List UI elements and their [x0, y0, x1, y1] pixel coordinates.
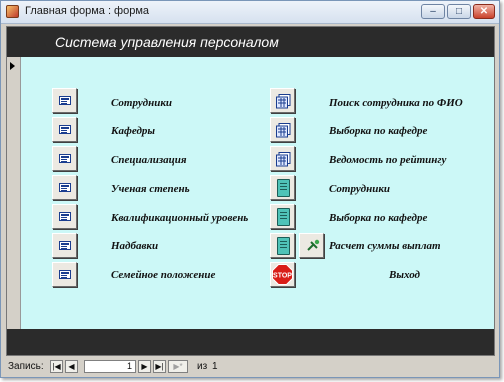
run-query-button-poisk-po-fio[interactable]: [270, 88, 295, 113]
report-icon: [277, 179, 290, 197]
open-form-button-sotrudniki[interactable]: [52, 88, 77, 113]
menu-label-specializaciya: Специализация: [111, 154, 187, 166]
form-detail-area: Система управления персоналом Сотрудники…: [6, 26, 495, 356]
open-form-button-uchenaya-stepen[interactable]: [52, 175, 77, 200]
report-icon: [277, 237, 290, 255]
svg-text:STOP: STOP: [273, 273, 292, 280]
stop-icon: STOP: [272, 264, 293, 285]
open-form-button-nadbavki[interactable]: [52, 233, 77, 258]
exit-button[interactable]: STOP: [270, 262, 295, 287]
next-record-button[interactable]: ▶: [138, 360, 151, 373]
form-header: Система управления персоналом: [7, 27, 494, 57]
record-selector[interactable]: [7, 57, 21, 329]
run-query-button-vyborka-po-kafedre[interactable]: [270, 117, 295, 142]
query-icon: [276, 152, 291, 167]
form-icon: [59, 212, 71, 221]
menu-label-kvalifikacionnyi-uroven: Квалификационный уровень: [111, 212, 249, 224]
record-label: Запись:: [8, 361, 44, 372]
run-macro-button[interactable]: [299, 233, 324, 258]
menu-label-sotrudniki: Сотрудники: [111, 97, 173, 109]
menu-label-kafedry: Кафедры: [111, 125, 156, 137]
access-form-window: Главная форма : форма – □ ✕ Система упра…: [0, 0, 500, 378]
first-record-button[interactable]: |◀: [50, 360, 63, 373]
open-form-button-kvalifikacionnyi-uroven[interactable]: [52, 204, 77, 229]
form-window-icon: [6, 5, 19, 18]
menu-label-semeinoe-polozhenie: Семейное положение: [111, 269, 216, 281]
form-icon: [59, 96, 71, 105]
run-query-button-vedomost-po-reitingu[interactable]: [270, 146, 295, 171]
current-record-input[interactable]: 1: [84, 360, 136, 373]
menu-label-nadbavki: Надбавки: [111, 240, 159, 252]
maximize-button[interactable]: □: [447, 4, 471, 19]
menu-label-vyborka-po-kafedre-query: Выборка по кафедре: [329, 125, 428, 137]
form-icon: [59, 270, 71, 279]
form-icon: [59, 241, 71, 250]
title-bar: Главная форма : форма – □ ✕: [1, 1, 499, 24]
menu-label-vedomost-po-reitingu: Ведомость по рейтингу: [329, 154, 447, 166]
menu-label-report-vyborka-po-kafedre: Выборка по кафедре: [329, 212, 428, 224]
record-total: 1: [212, 361, 218, 372]
form-icon: [59, 154, 71, 163]
query-icon: [276, 123, 291, 138]
current-record-arrow-icon: [10, 62, 15, 70]
menu-label-exit: Выход: [389, 269, 421, 281]
record-of-label: из: [197, 361, 208, 372]
report-icon: [277, 208, 290, 226]
record-navigation-bar: Запись: |◀ ◀ 1 ▶ ▶| ▶* из 1: [6, 359, 495, 375]
menu-label-uchenaya-stepen: Ученая степень: [111, 183, 190, 195]
open-form-button-specializaciya[interactable]: [52, 146, 77, 171]
open-report-button-raschet-summy-vyplat[interactable]: [270, 233, 295, 258]
form-header-title: Система управления персоналом: [55, 34, 279, 50]
minimize-button[interactable]: –: [421, 4, 445, 19]
new-record-button[interactable]: ▶*: [168, 360, 188, 373]
last-record-button[interactable]: ▶|: [153, 360, 166, 373]
form-icon: [59, 183, 71, 192]
previous-record-button[interactable]: ◀: [65, 360, 78, 373]
query-icon: [276, 94, 291, 109]
open-report-button-sotrudniki[interactable]: [270, 175, 295, 200]
form-footer: [7, 329, 494, 355]
open-form-button-kafedry[interactable]: [52, 117, 77, 142]
close-button[interactable]: ✕: [473, 4, 495, 19]
window-title: Главная форма : форма: [25, 5, 150, 17]
form-icon: [59, 125, 71, 134]
open-form-button-semeinoe-polozhenie[interactable]: [52, 262, 77, 287]
menu-label-raschet-summy-vyplat: Расчет суммы выплат: [329, 240, 441, 252]
macro-icon: [307, 239, 320, 251]
menu-label-poisk-po-fio: Поиск сотрудника по ФИО: [329, 97, 463, 109]
open-report-button-vyborka-po-kafedre[interactable]: [270, 204, 295, 229]
menu-label-report-sotrudniki: Сотрудники: [329, 183, 391, 195]
